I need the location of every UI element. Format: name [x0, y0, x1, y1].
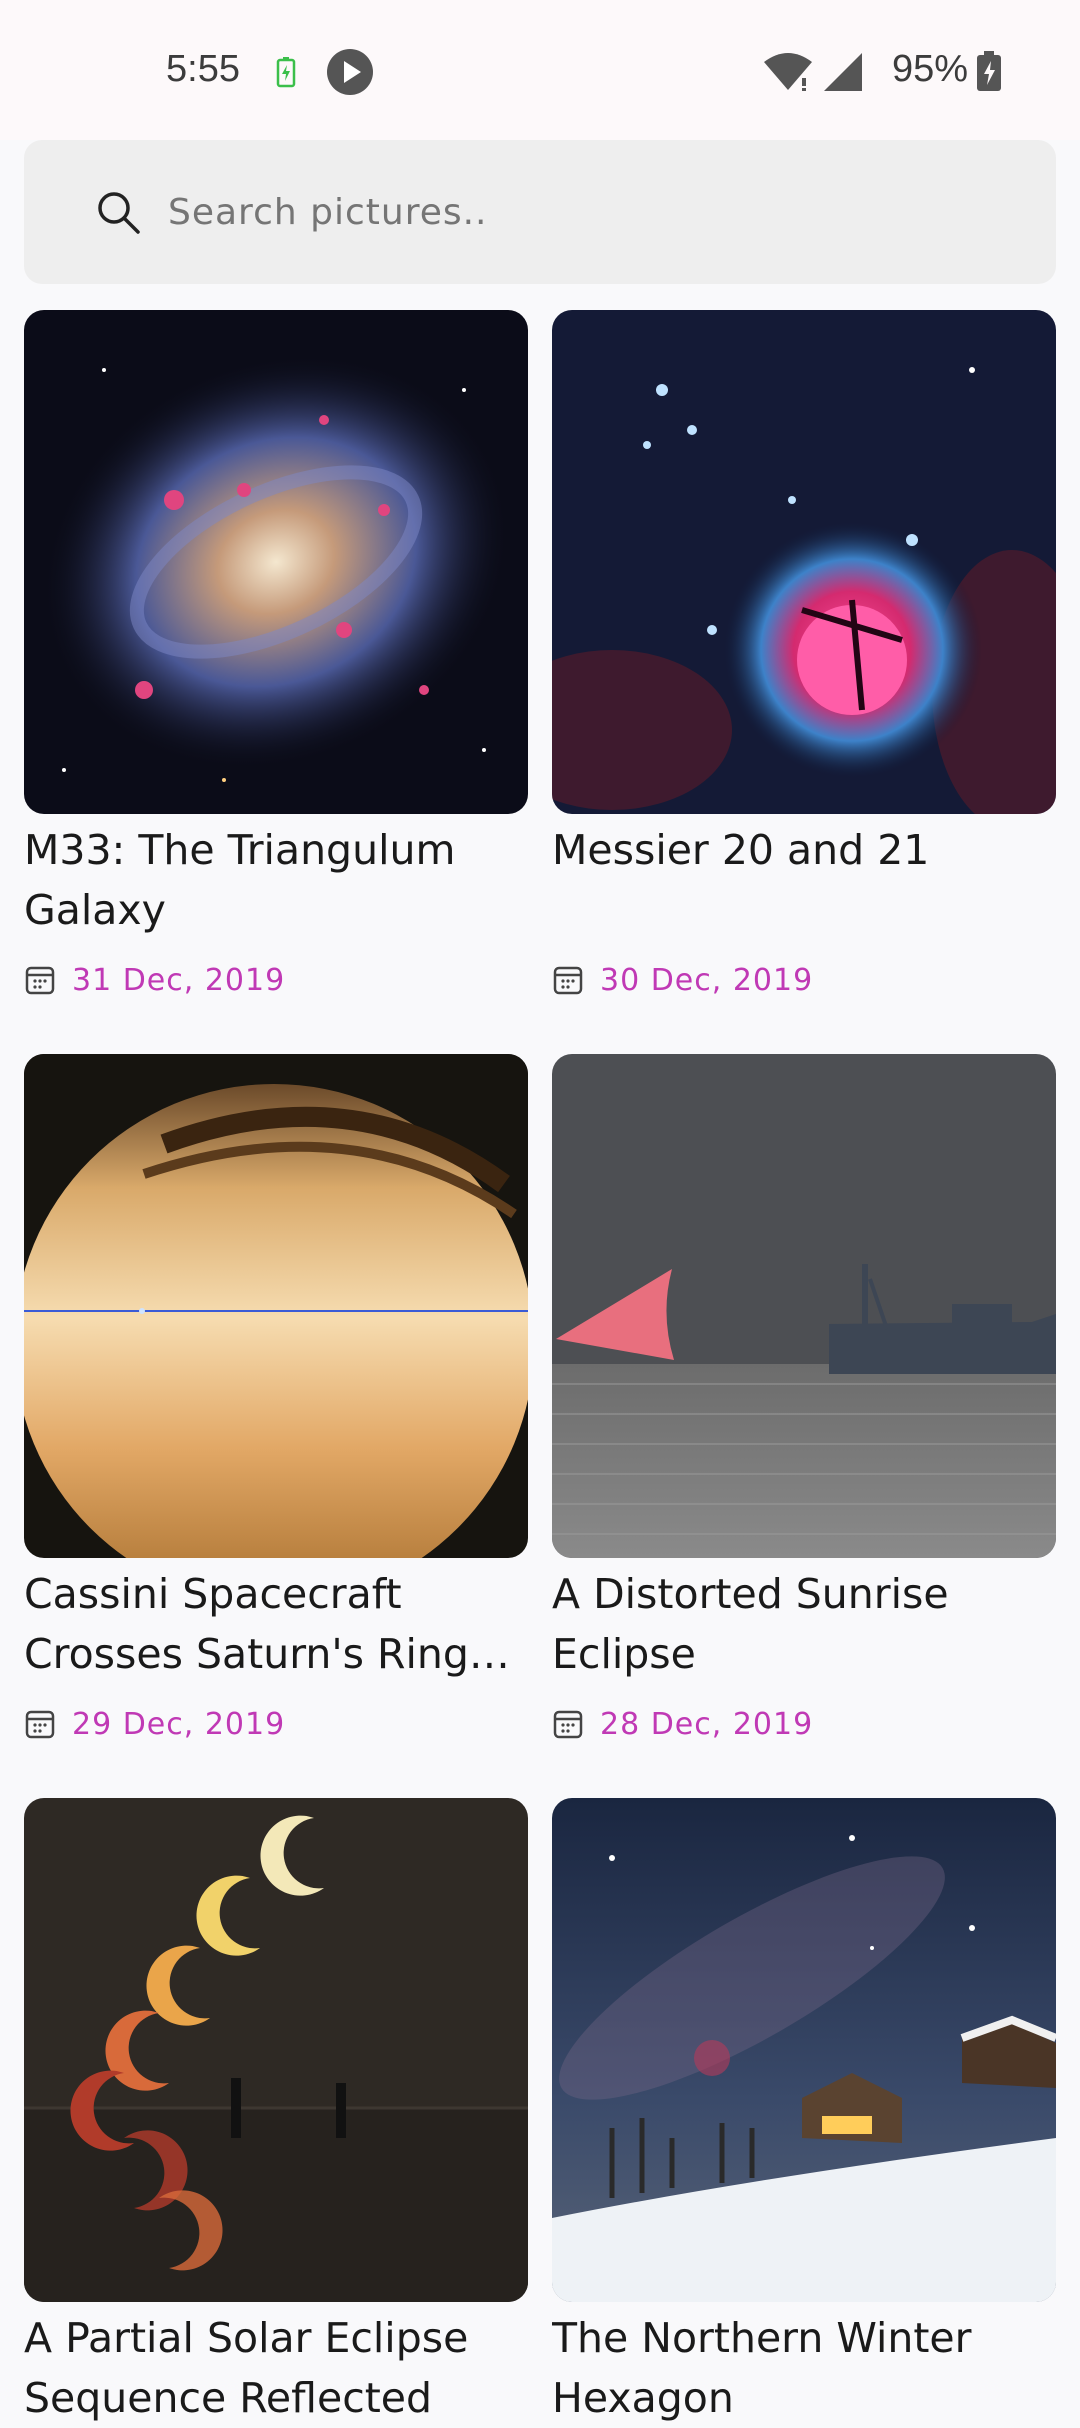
wifi-icon	[764, 53, 812, 91]
picture-title: M33: The Triangulum Galaxy	[24, 826, 456, 934]
calendar-icon	[553, 1710, 583, 1739]
picture-date: 29 Dec, 2019	[24, 1704, 528, 1744]
picture-title: A Distorted Sunrise Eclipse	[552, 1570, 949, 1678]
status-time: 5:55	[166, 48, 240, 90]
picture-date: 28 Dec, 2019	[552, 1704, 1056, 1744]
picture-title: Cassini Spacecraft Crosses Saturn's Ring…	[24, 1570, 469, 1678]
status-bar: 5:55 95%	[0, 0, 1080, 140]
calendar-icon	[553, 966, 583, 995]
picture-date: 31 Dec, 2019	[24, 960, 528, 1000]
sunrise-eclipse-image[interactable]	[552, 1054, 1056, 1558]
winter-hexagon-image[interactable]	[552, 1798, 1056, 2302]
solar-eclipse-sequence-image[interactable]	[24, 1798, 528, 2302]
picture-date: 30 Dec, 2019	[552, 960, 1056, 1000]
picture-card[interactable]: Messier 20 and 21 30 Dec, 2019	[552, 310, 1056, 1000]
date-text: 28 Dec, 2019	[600, 1706, 814, 1742]
search-icon[interactable]	[94, 188, 142, 236]
picture-card[interactable]: M33: The Triangulum Galaxy 31 Dec, 2019	[24, 310, 528, 1000]
triangulum-galaxy-image[interactable]	[24, 310, 528, 814]
battery-percent: 95%	[892, 48, 969, 90]
picture-title: A Partial Solar Eclipse Sequence Reflect…	[24, 2314, 469, 2422]
date-text: 31 Dec, 2019	[72, 962, 286, 998]
picture-card[interactable]: A Distorted Sunrise Eclipse 28 Dec, 2019	[552, 1054, 1056, 1744]
battery-icon	[977, 51, 1001, 91]
picture-title: The Northern Winter Hexagon	[552, 2314, 972, 2422]
trifid-nebula-image[interactable]	[552, 310, 1056, 814]
calendar-icon	[25, 1710, 55, 1739]
picture-card[interactable]: A Partial Solar Eclipse Sequence Reflect…	[24, 1798, 528, 2428]
picture-card[interactable]: The Northern Winter Hexagon	[552, 1798, 1056, 2428]
signal-icon	[824, 53, 862, 91]
date-text: 29 Dec, 2019	[72, 1706, 286, 1742]
picture-card[interactable]: Cassini Spacecraft Crosses Saturn's Ring…	[24, 1054, 528, 1744]
date-text: 30 Dec, 2019	[600, 962, 814, 998]
search-bar[interactable]	[24, 140, 1056, 284]
play-icon	[327, 49, 373, 95]
saturn-image[interactable]	[24, 1054, 528, 1558]
search-input[interactable]	[168, 176, 1028, 248]
calendar-icon	[25, 966, 55, 995]
picture-title: Messier 20 and 21	[552, 826, 930, 874]
battery-charging-icon	[276, 57, 296, 88]
